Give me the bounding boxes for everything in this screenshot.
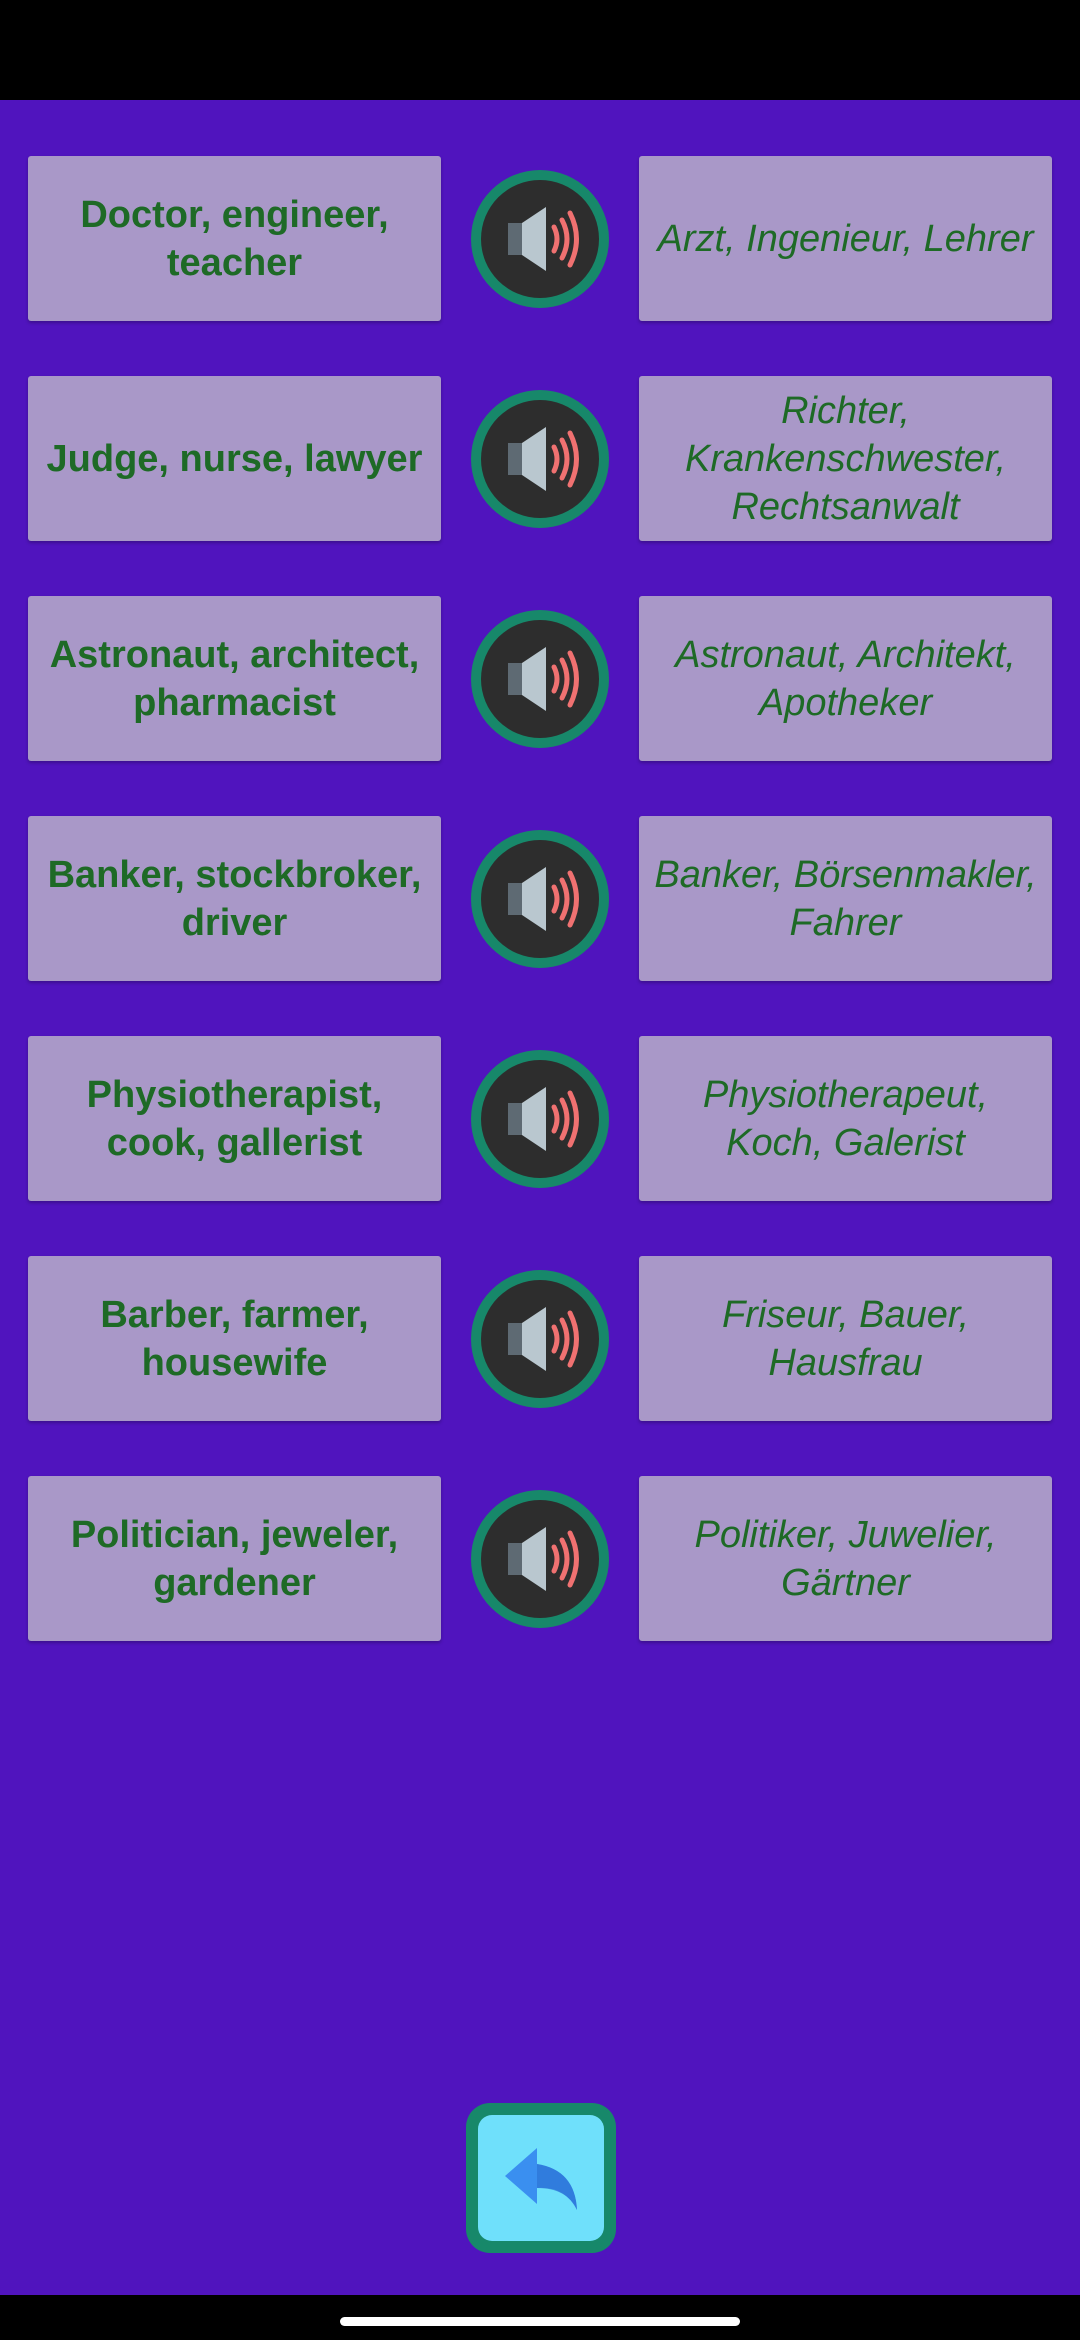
english-phrase-text: Barber, farmer, housewife bbox=[100, 1293, 369, 1384]
english-phrase-card[interactable]: Physiotherapist, cook, gallerist bbox=[28, 1036, 441, 1201]
speaker-icon bbox=[508, 1527, 579, 1591]
german-phrase-card[interactable]: Astronaut, Architekt, Apotheker bbox=[639, 596, 1052, 761]
speaker-icon bbox=[508, 1307, 579, 1371]
speaker-icon bbox=[508, 867, 579, 931]
phrase-row: Banker, stockbroker, driver Banker, Börs… bbox=[0, 816, 1080, 981]
german-phrase-text: Friseur, Bauer, Hausfrau bbox=[721, 1293, 970, 1384]
play-audio-button[interactable] bbox=[471, 170, 609, 308]
english-phrase-card[interactable]: Barber, farmer, housewife bbox=[28, 1256, 441, 1421]
speaker-icon bbox=[508, 207, 579, 271]
phrase-row: Physiotherapist, cook, gallerist Physiot… bbox=[0, 1036, 1080, 1201]
german-phrase-card[interactable]: Physiotherapeut, Koch, Galerist bbox=[639, 1036, 1052, 1201]
speaker-icon bbox=[508, 1087, 579, 1151]
back-button[interactable] bbox=[466, 2103, 616, 2253]
speaker-icon bbox=[508, 427, 579, 491]
status-bar bbox=[0, 0, 1080, 100]
phrase-row: Barber, farmer, housewife Friseur, Bauer… bbox=[0, 1256, 1080, 1421]
play-audio-button[interactable] bbox=[471, 610, 609, 748]
german-phrase-card[interactable]: Friseur, Bauer, Hausfrau bbox=[639, 1256, 1052, 1421]
english-phrase-card[interactable]: Banker, stockbroker, driver bbox=[28, 816, 441, 981]
english-phrase-text: Judge, nurse, lawyer bbox=[46, 437, 423, 480]
home-indicator[interactable] bbox=[340, 2317, 740, 2326]
english-phrase-card[interactable]: Judge, nurse, lawyer bbox=[28, 376, 441, 541]
phrase-row: Politician, jeweler, gardener Politiker,… bbox=[0, 1476, 1080, 1641]
english-phrase-card[interactable]: Politician, jeweler, gardener bbox=[28, 1476, 441, 1641]
english-phrase-text: Banker, stockbroker, driver bbox=[47, 853, 422, 944]
phrase-row: Doctor, engineer, teacher Arzt, Ingenieu… bbox=[0, 156, 1080, 321]
speaker-icon bbox=[508, 647, 579, 711]
back-arrow-icon bbox=[505, 2148, 577, 2210]
play-audio-button[interactable] bbox=[471, 390, 609, 528]
play-audio-button[interactable] bbox=[471, 1490, 609, 1628]
german-phrase-text: Arzt, Ingenieur, Lehrer bbox=[657, 217, 1034, 260]
german-phrase-card[interactable]: Arzt, Ingenieur, Lehrer bbox=[639, 156, 1052, 321]
english-phrase-card[interactable]: Doctor, engineer, teacher bbox=[28, 156, 441, 321]
play-audio-button[interactable] bbox=[471, 1270, 609, 1408]
english-phrase-text: Physiotherapist, cook, gallerist bbox=[86, 1073, 383, 1164]
german-phrase-text: Politiker, Juwelier, Gärtner bbox=[694, 1513, 997, 1604]
phrase-row: Judge, nurse, lawyer Richter, Krankensch… bbox=[0, 376, 1080, 541]
phrase-list-screen: Doctor, engineer, teacher Arzt, Ingenieu… bbox=[0, 100, 1080, 2295]
german-phrase-card[interactable]: Banker, Börsenmakler, Fahrer bbox=[639, 816, 1052, 981]
phrase-row: Astronaut, architect, pharmacist Astrona… bbox=[0, 596, 1080, 761]
english-phrase-text: Doctor, engineer, teacher bbox=[80, 193, 389, 284]
english-phrase-text: Politician, jeweler, gardener bbox=[70, 1513, 399, 1604]
play-audio-button[interactable] bbox=[471, 1050, 609, 1188]
german-phrase-text: Banker, Börsenmakler, Fahrer bbox=[654, 853, 1037, 944]
play-audio-button[interactable] bbox=[471, 830, 609, 968]
german-phrase-text: Physiotherapeut, Koch, Galerist bbox=[702, 1073, 989, 1164]
german-phrase-card[interactable]: Politiker, Juwelier, Gärtner bbox=[639, 1476, 1052, 1641]
german-phrase-text: Astronaut, Architekt, Apotheker bbox=[675, 633, 1016, 724]
german-phrase-card[interactable]: Richter, Krankenschwester, Rechtsanwalt bbox=[639, 376, 1052, 541]
english-phrase-text: Astronaut, architect, pharmacist bbox=[49, 633, 420, 724]
german-phrase-text: Richter, Krankenschwester, Rechtsanwalt bbox=[684, 389, 1007, 528]
english-phrase-card[interactable]: Astronaut, architect, pharmacist bbox=[28, 596, 441, 761]
